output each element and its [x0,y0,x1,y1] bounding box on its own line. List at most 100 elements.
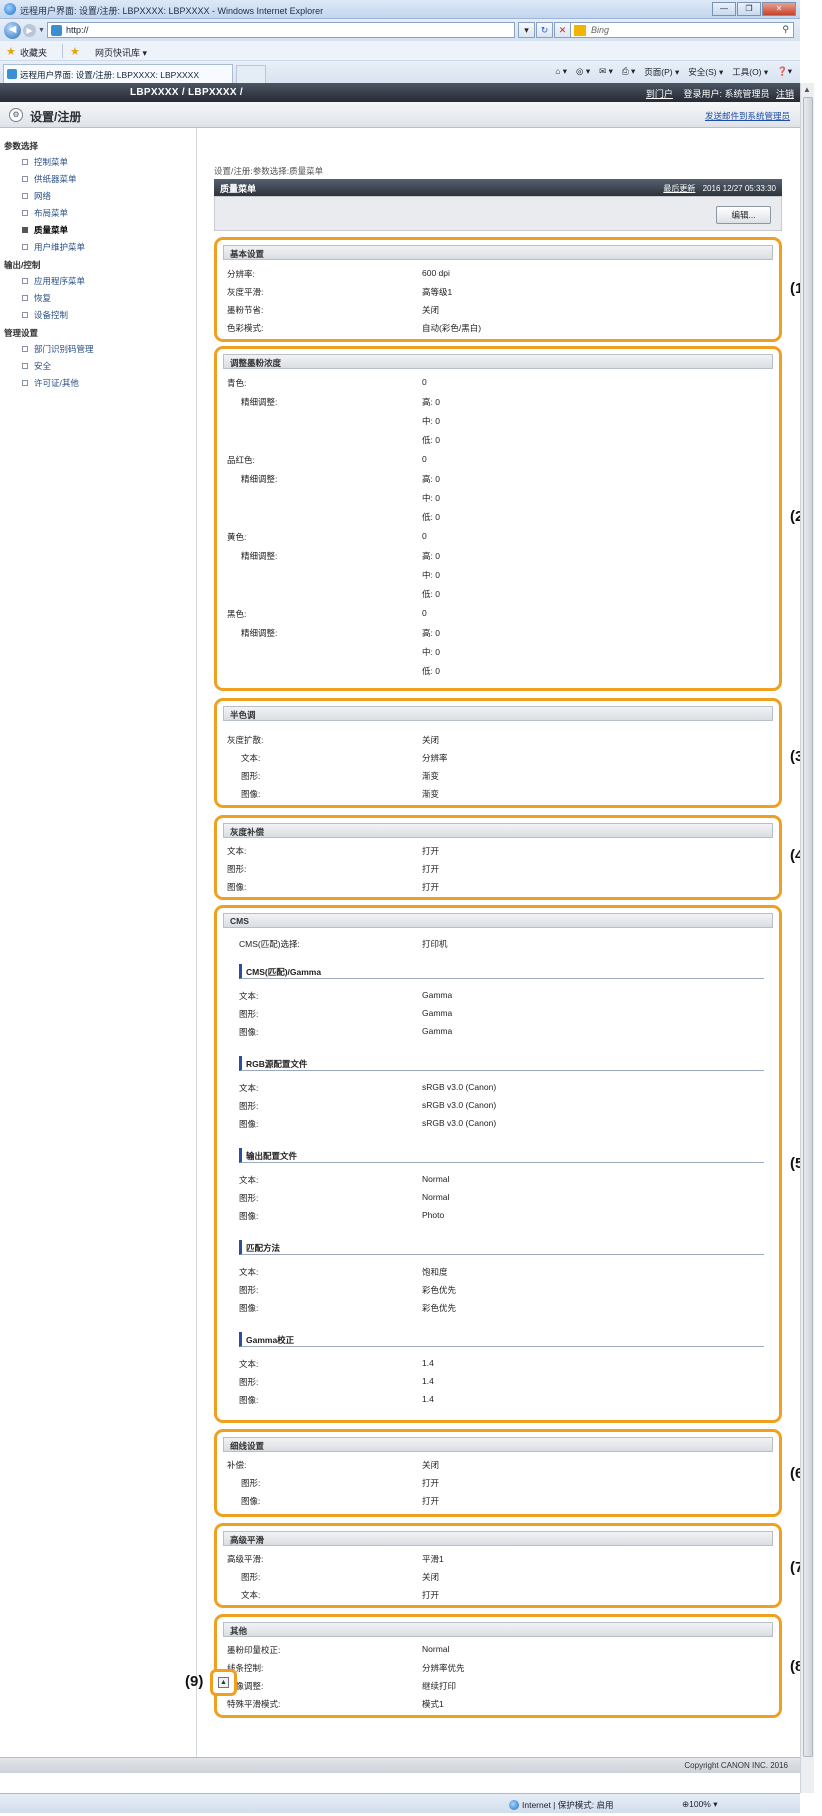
group-basic-settings: 基本设置 分辨率: 600 dpi 灰度平滑: 高等级1 墨粉节省: 关闭 色彩… [214,237,782,342]
back-to-top-highlight: ▲ [210,1669,237,1696]
mail-icon[interactable]: ✉ ▾ [599,66,613,78]
setting-label: 墨粉印量校正: [227,1645,281,1655]
zoom-level[interactable]: ⊕100% ▾ [682,1799,718,1810]
group-halftone: 半色调 灰度扩散: 关闭 文本: 分辨率 图形: 渐变 图像: 渐变 [214,698,782,808]
setting-value: 1.4 [422,1358,434,1368]
sidebar-item-user-maintenance[interactable]: 用户维护菜单 [22,241,85,253]
sidebar-item-quality-menu[interactable]: 质量菜单 [22,224,68,236]
group-advanced-smoothing: 高级平滑 高级平滑: 平滑1 图形: 关闭 文本: 打开 [214,1523,782,1608]
setting-label: 补偿: [227,1460,247,1470]
address-input[interactable]: http:// [47,22,515,38]
mail-admin-link[interactable]: 发送邮件到系统管理员 [705,110,790,122]
setting-label: 灰度平滑: [227,287,264,297]
minimize-button[interactable]: — [712,2,736,16]
sidebar-item-license-other[interactable]: 许可证/其他 [22,377,79,389]
back-to-top-icon[interactable]: ▲ [218,1677,229,1688]
setting-label: 图形: [239,1193,259,1203]
history-dropdown-icon[interactable]: ▼ [38,27,45,34]
page-menu[interactable]: 页面(P) ▾ [644,66,679,78]
color-value: 0 [422,377,427,387]
search-input[interactable]: Bing ⚲ [570,22,794,38]
new-tab-button[interactable] [236,65,266,83]
fine-adjust-label: 精细调整: [241,551,278,561]
address-dropdown-button[interactable]: ▾ [518,22,535,38]
scroll-up-icon[interactable]: ▲ [803,85,811,94]
sidebar-item-security[interactable]: 安全 [22,360,51,372]
setting-value: 饱和度 [422,1267,448,1277]
sidebar-item-department-id[interactable]: 部门识别码管理 [22,343,94,355]
forward-button[interactable]: ▶ [23,24,36,37]
print-icon[interactable]: ⎙ ▾ [622,66,635,78]
setting-label: 文本: [241,1590,261,1600]
sidebar-item-layout-menu[interactable]: 布局菜单 [22,207,68,219]
color-value: 0 [422,454,427,464]
sidebar-category-management: 管理设置 [4,328,39,338]
setting-value: 平滑1 [422,1554,444,1564]
panel-title-bar: 质量菜单 最后更新 2016 12/27 05:33:30 [214,179,782,196]
setting-label: 文本: [239,1175,259,1185]
scroll-thumb[interactable] [803,97,813,1757]
setting-label: 图形: [239,1101,259,1111]
search-icon[interactable]: ⚲ [782,24,789,35]
setting-label: 文本: [239,1267,259,1277]
page-footer: Copyright CANON INC. 2016 [0,1757,800,1773]
add-favorites-icon[interactable]: ★ [70,45,80,58]
edit-button[interactable]: 编辑... [716,206,771,224]
feeds-icon[interactable]: ◎ ▾ [576,66,590,78]
sidebar-item-application-menu[interactable]: 应用程序菜单 [22,275,85,287]
help-menu[interactable]: ❓▾ [777,66,792,78]
setting-label: 文本: [239,1083,259,1093]
restore-button[interactable]: ❐ [737,2,761,16]
fine-high: 高: 0 [422,628,440,638]
setting-value: 自动(彩色/黑白) [422,323,482,333]
setting-label: 分辨率: [227,269,255,279]
web-slice-gallery[interactable]: 网页快讯库 ▾ [95,46,147,59]
setting-label: CMS(匹配)选择: [239,939,300,949]
window-titlebar: 远程用户界面: 设置/注册: LBPXXXX: LBPXXXX - Window… [0,0,800,19]
setting-label: 图形: [227,864,247,874]
setting-label: 图像: [241,1496,261,1506]
stop-button[interactable]: ✕ [554,22,571,38]
refresh-link[interactable]: 最后更新 [663,184,695,193]
setting-label: 色彩模式: [227,323,264,333]
group-title: CMS [223,913,773,928]
setting-label: 图像: [239,1303,259,1313]
last-updated-time: 2016 12/27 05:33:30 [702,184,776,193]
favorites-star-icon[interactable]: ★ [6,45,16,58]
tools-menu[interactable]: 工具(O) ▾ [732,66,768,78]
group-title: 细线设置 [223,1437,773,1452]
group-title: 调整墨粉浓度 [223,354,773,369]
logout-link[interactable]: 注销 [776,89,794,99]
home-icon[interactable]: ⌂ ▾ [555,66,567,78]
sidebar-item-restore[interactable]: 恢复 [22,292,51,304]
security-zone[interactable]: Internet | 保护模式: 启用 [509,1799,613,1811]
copyright: Copyright CANON INC. 2016 [684,1761,788,1770]
setting-label: 图像: [239,1211,259,1221]
sidebar-category-preferences: 参数选择 [4,141,39,151]
setting-value: 分辨率 [422,753,448,763]
fine-low: 低: 0 [422,512,440,522]
vertical-scrollbar[interactable]: ▲ [800,83,814,1793]
portal-link[interactable]: 到门户 [646,89,673,99]
setting-label: 图像: [239,1395,259,1405]
close-window-button[interactable]: ✕ [762,2,796,16]
setting-value: Gamma [422,990,453,1000]
tab-current[interactable]: 远程用户界面: 设置/注册: LBPXXXX: LBPXXXX [3,64,233,83]
setting-label: 图形: [239,1009,259,1019]
setting-value: 关闭 [422,735,440,745]
favorites-bar: ★ 收藏夹 ★ 网页快讯库 ▾ [0,41,800,61]
sidebar-item-paper-source[interactable]: 供纸器菜单 [22,173,77,185]
group-title: 高级平滑 [223,1531,773,1546]
sidebar-item-control-menu[interactable]: 控制菜单 [22,156,68,168]
refresh-button[interactable]: ↻ [536,22,553,38]
color-value: 0 [422,531,427,541]
tab-site-icon [7,69,17,79]
login-user: 登录用户: 系统管理员 [683,89,770,99]
sidebar-item-network[interactable]: 网络 [22,190,51,202]
sidebar-item-device-control[interactable]: 设备控制 [22,309,68,321]
back-button[interactable]: ◀ [4,22,21,39]
setting-value: sRGB v3.0 (Canon) [422,1082,497,1092]
favorites-button[interactable]: 收藏夹 [20,46,47,59]
safety-menu[interactable]: 安全(S) ▾ [688,66,723,78]
setting-value: 模式1 [422,1699,444,1709]
